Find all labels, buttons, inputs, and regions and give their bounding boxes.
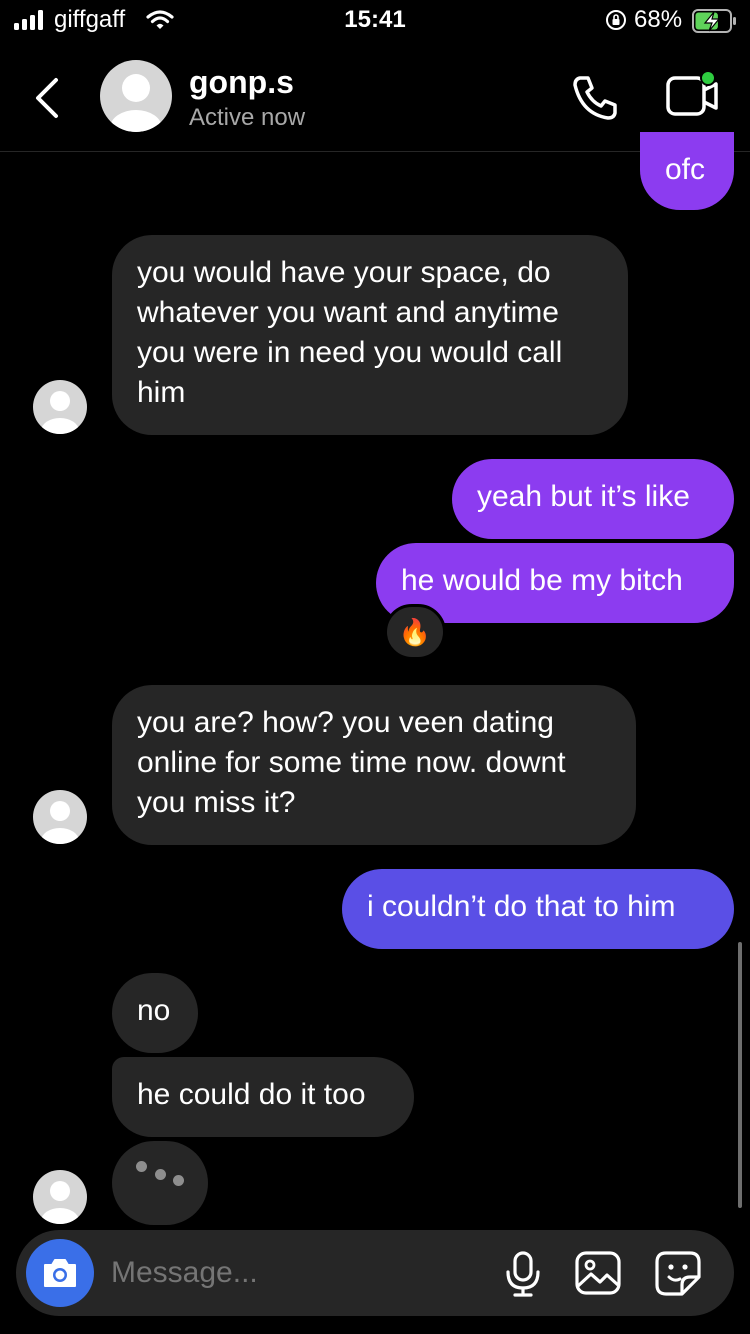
default-avatar-icon <box>41 801 79 844</box>
phone-icon[interactable] <box>570 72 620 122</box>
status-bar: giffgaff 15:41 68% <box>0 0 750 44</box>
chat-header: gonp.s Active now <box>0 44 750 152</box>
video-camera-icon[interactable] <box>664 70 724 122</box>
default-avatar-icon <box>110 74 162 132</box>
battery-percent: 68% <box>634 6 683 33</box>
incoming-message[interactable]: no <box>112 973 198 1053</box>
incoming-message[interactable]: you are? how? you veen dating online for… <box>112 685 636 845</box>
default-avatar-icon <box>41 391 79 434</box>
sticker-icon[interactable] <box>654 1250 702 1296</box>
fire-reaction-emoji[interactable]: 🔥 <box>384 604 446 660</box>
gallery-icon[interactable] <box>574 1250 622 1296</box>
sender-avatar[interactable] <box>33 380 87 434</box>
outgoing-message[interactable]: ofc <box>640 132 734 210</box>
incoming-message[interactable]: you would have your space, do whatever y… <box>112 235 628 435</box>
outgoing-message[interactable]: yeah but it’s like <box>452 459 734 539</box>
message-composer <box>16 1230 734 1316</box>
typing-indicator <box>112 1141 208 1225</box>
camera-button[interactable] <box>26 1239 94 1307</box>
camera-icon <box>44 1259 76 1287</box>
battery-charging-icon <box>692 9 736 33</box>
active-status-dot <box>700 70 716 86</box>
contact-avatar[interactable] <box>100 60 172 132</box>
contact-activity-status: Active now <box>189 104 306 131</box>
incoming-message[interactable]: he could do it too <box>112 1057 414 1137</box>
back-chevron-icon[interactable] <box>28 74 64 122</box>
outgoing-message[interactable]: i couldn’t do that to him <box>342 869 734 949</box>
default-avatar-icon <box>41 1181 79 1224</box>
contact-username[interactable]: gonp.s <box>189 64 294 101</box>
sender-avatar[interactable] <box>33 1170 87 1224</box>
scrollbar[interactable] <box>738 942 742 1208</box>
message-input[interactable] <box>111 1248 481 1298</box>
microphone-icon[interactable] <box>503 1250 543 1298</box>
sender-avatar[interactable] <box>33 790 87 844</box>
orientation-lock-icon <box>606 10 626 30</box>
